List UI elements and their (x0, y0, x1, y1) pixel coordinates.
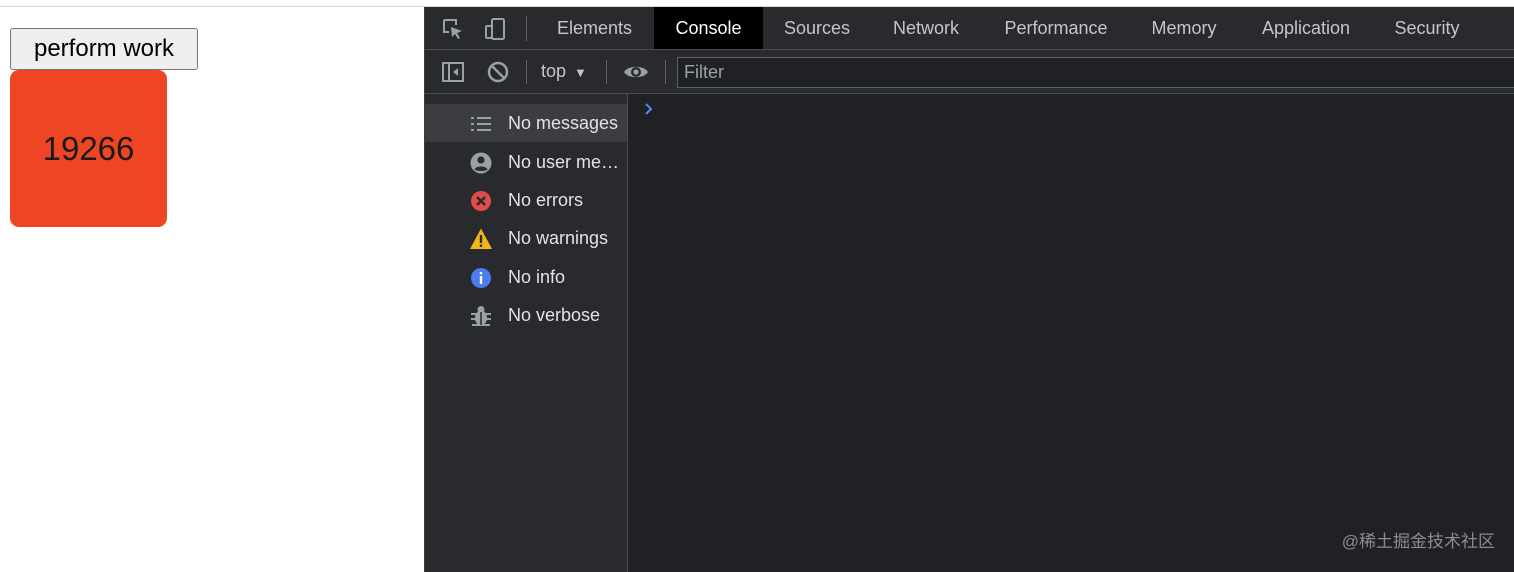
context-label: top (541, 61, 567, 81)
tab-memory[interactable]: Memory (1135, 7, 1233, 49)
sidebar-item-label: No verbose (508, 305, 601, 325)
console-toolbar: top ▼ (425, 50, 1514, 94)
toolbar-divider (606, 60, 607, 84)
sidebar-item-verbose[interactable]: No verbose (425, 296, 627, 334)
devtools-panel: Elements Console Sources Network Perform… (424, 7, 1514, 572)
toolbar-divider (665, 60, 666, 84)
screen: perform work 19266 Elements Console Sour… (0, 0, 1514, 572)
console-sidebar: No messages No user me… No errors No war… (425, 94, 628, 572)
device-toolbar-icon[interactable] (483, 17, 507, 41)
tab-elements[interactable]: Elements (540, 7, 649, 49)
sidebar-item-label: No user me… (508, 152, 620, 172)
console-output[interactable]: @稀土掘金技术社区 (628, 94, 1514, 572)
tab-sources[interactable]: Sources (768, 7, 866, 49)
filter-input[interactable] (677, 57, 1514, 88)
tab-application[interactable]: Application (1241, 7, 1371, 49)
bug-icon (469, 304, 493, 328)
sidebar-item-errors[interactable]: No errors (425, 181, 627, 219)
counter-value: 19266 (42, 129, 135, 167)
tab-console[interactable]: Console (654, 7, 763, 49)
sidebar-item-label: No messages (508, 113, 619, 133)
sidebar-item-info[interactable]: No info (425, 258, 627, 296)
sidebar-item-label: No info (508, 267, 566, 287)
user-icon (469, 151, 493, 175)
context-selector[interactable]: top ▼ (541, 50, 587, 93)
sidebar-item-warnings[interactable]: No warnings (425, 219, 627, 257)
tabbar-divider (526, 16, 527, 41)
error-icon (469, 189, 493, 213)
devtools-tabbar: Elements Console Sources Network Perform… (425, 7, 1514, 50)
sidebar-item-label: No warnings (508, 228, 609, 248)
sidebar-item-user-messages[interactable]: No user me… (425, 143, 627, 181)
tab-security[interactable]: Security (1380, 7, 1474, 49)
list-icon (469, 112, 493, 136)
dropdown-arrow-icon: ▼ (574, 65, 587, 80)
perform-work-button[interactable]: perform work (10, 28, 198, 70)
prompt-chevron-icon (642, 102, 656, 116)
eye-icon[interactable] (623, 60, 648, 84)
sidebar-toggle-icon[interactable] (441, 60, 465, 84)
info-icon (469, 266, 493, 290)
tab-network[interactable]: Network (874, 7, 978, 49)
toolbar-divider (526, 60, 527, 84)
sidebar-item-messages[interactable]: No messages (425, 104, 627, 142)
counter-box: 19266 (10, 70, 167, 227)
sidebar-item-label: No errors (508, 190, 584, 210)
inspect-element-icon[interactable] (441, 17, 465, 41)
warning-icon (469, 227, 493, 251)
clear-console-icon[interactable] (486, 60, 510, 84)
tab-performance[interactable]: Performance (986, 7, 1126, 49)
watermark: @稀土掘金技术社区 (1341, 532, 1495, 551)
page-viewport: perform work 19266 (0, 7, 424, 572)
